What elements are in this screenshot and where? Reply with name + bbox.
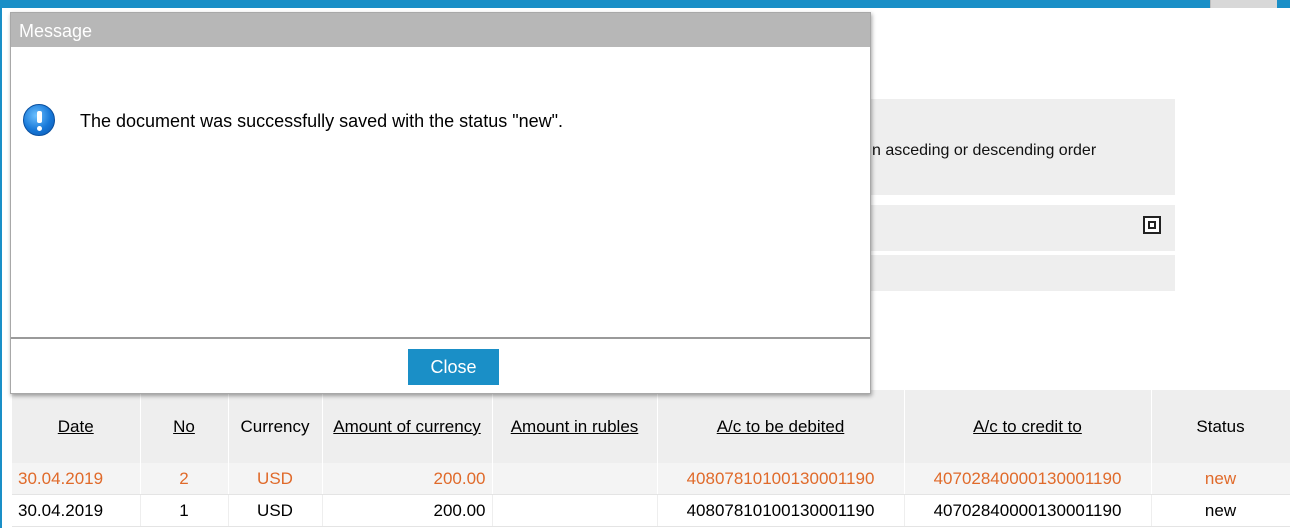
cell-credit-account: 40702840000130001190 xyxy=(904,494,1152,527)
filter-row-panel xyxy=(868,255,1175,291)
maximize-icon[interactable] xyxy=(1143,216,1161,234)
documents-table: Date No Currency Amount of currency Amou… xyxy=(12,390,1290,527)
top-right-button[interactable] xyxy=(1210,0,1277,8)
top-accent-bar xyxy=(0,0,1290,8)
table-row[interactable]: 30.04.2019 2 USD 200.00 4080781010013000… xyxy=(12,463,1290,495)
dialog-title: Message xyxy=(19,21,93,41)
cell-amount-rubles xyxy=(492,463,658,495)
column-header-currency: Currency xyxy=(228,390,323,463)
cell-status: new xyxy=(1151,463,1290,495)
column-header-amount-rubles[interactable]: Amount in rubles xyxy=(492,390,658,463)
cell-date: 30.04.2019 xyxy=(12,494,141,527)
column-header-date[interactable]: Date xyxy=(12,390,141,463)
cell-no: 2 xyxy=(140,463,229,495)
column-header-credit-account[interactable]: A/c to credit to xyxy=(904,390,1152,463)
cell-debit-account: 40807810100130001190 xyxy=(657,494,905,527)
table-row[interactable]: 30.04.2019 1 USD 200.00 4080781010013000… xyxy=(12,494,1290,527)
cell-no: 1 xyxy=(140,494,229,527)
cell-debit-account: 40807810100130001190 xyxy=(657,463,905,495)
info-icon xyxy=(23,104,55,136)
cell-amount-currency: 200.00 xyxy=(322,463,493,495)
cell-amount-rubles xyxy=(492,494,658,527)
cell-date: 30.04.2019 xyxy=(12,463,141,495)
cell-amount-currency: 200.00 xyxy=(322,494,493,527)
dialog-body: The document was successfully saved with… xyxy=(11,47,870,337)
cell-credit-account: 40702840000130001190 xyxy=(904,463,1152,495)
dialog-footer: Close xyxy=(11,337,870,393)
table-header-row: Date No Currency Amount of currency Amou… xyxy=(12,390,1290,463)
dialog-titlebar[interactable]: Message xyxy=(11,13,870,47)
cell-currency: USD xyxy=(228,463,323,495)
sort-info-panel: n asceding or descending order xyxy=(868,99,1175,195)
column-header-status: Status xyxy=(1151,390,1290,463)
close-button[interactable]: Close xyxy=(408,349,499,385)
left-accent-edge xyxy=(0,8,2,528)
cell-currency: USD xyxy=(228,494,323,527)
column-header-amount-currency[interactable]: Amount of currency xyxy=(322,390,493,463)
dialog-message: The document was successfully saved with… xyxy=(80,111,564,131)
column-header-no[interactable]: No xyxy=(140,390,229,463)
filter-toolbar-panel xyxy=(868,205,1175,251)
column-header-debit-account[interactable]: A/c to be debited xyxy=(657,390,905,463)
cell-status: new xyxy=(1151,494,1290,527)
sort-info-text: n asceding or descending order xyxy=(872,142,1097,159)
message-dialog: Message The document was successfully sa… xyxy=(10,12,871,394)
